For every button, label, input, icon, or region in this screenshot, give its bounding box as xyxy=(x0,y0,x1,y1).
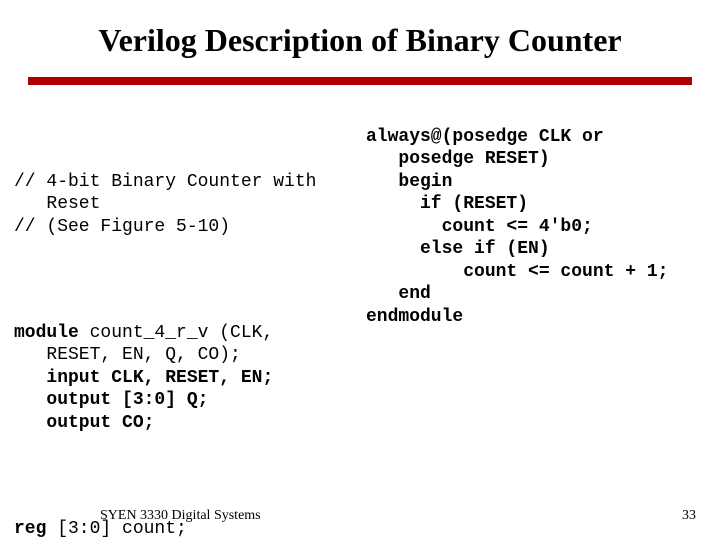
keyword-module: module xyxy=(14,323,79,343)
code-line: endmodule xyxy=(366,307,463,327)
code-line: // 4-bit Binary Counter with xyxy=(14,172,316,192)
code-text: count_4_r_v (CLK, xyxy=(79,323,273,343)
left-column: // 4-bit Binary Counter with Reset // (S… xyxy=(14,103,366,540)
code-line: if (RESET) xyxy=(366,194,528,214)
slide: Verilog Description of Binary Counter //… xyxy=(0,0,720,540)
code-line: Reset xyxy=(14,194,100,214)
module-decl-block: module count_4_r_v (CLK, RESET, EN, Q, C… xyxy=(14,299,366,434)
code-line: always@(posedge CLK or xyxy=(366,127,604,147)
horizontal-rule xyxy=(28,77,692,85)
code-line: output CO; xyxy=(14,413,154,433)
code-line: count <= 4'b0; xyxy=(366,217,593,237)
code-line: else if (EN) xyxy=(366,239,550,259)
page-number: 33 xyxy=(682,508,696,524)
content-body: // 4-bit Binary Counter with Reset // (S… xyxy=(0,85,720,540)
code-line: RESET, EN, Q, CO); xyxy=(14,345,241,365)
page-title: Verilog Description of Binary Counter xyxy=(0,0,720,69)
code-line: posedge RESET) xyxy=(366,149,550,169)
comment-block: // 4-bit Binary Counter with Reset // (S… xyxy=(14,148,366,238)
right-column: always@(posedge CLK or posedge RESET) be… xyxy=(366,103,710,540)
code-line: count <= count + 1; xyxy=(366,262,668,282)
code-line: module count_4_r_v (CLK, xyxy=(14,323,273,343)
code-line: // (See Figure 5-10) xyxy=(14,217,230,237)
footer-course: SYEN 3330 Digital Systems xyxy=(100,508,261,524)
code-line: begin xyxy=(366,172,452,192)
keyword-reg: reg xyxy=(14,519,46,539)
code-line: output [3:0] Q; xyxy=(14,390,208,410)
code-line: input CLK, RESET, EN; xyxy=(14,368,273,388)
code-line: end xyxy=(366,284,431,304)
